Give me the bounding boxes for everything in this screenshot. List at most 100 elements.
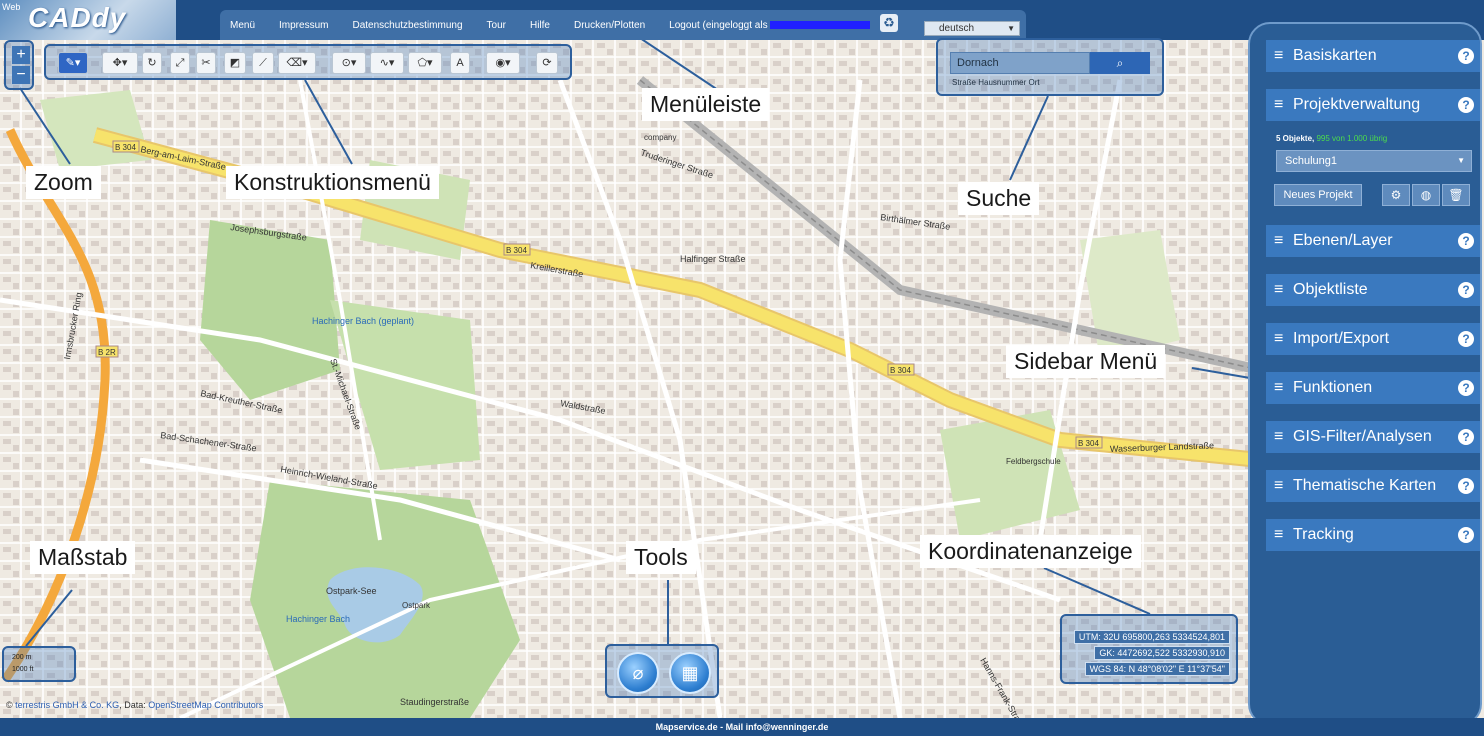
menu-item-logout[interactable]: Logout (eingeloggt als [669,20,870,31]
callout-menubar: Menüleiste [642,88,770,121]
road-badge-b304-3: B 304 [887,363,915,376]
place-label: Feldbergschule [1006,457,1061,466]
recycle-icon[interactable]: ♻ [880,14,898,32]
svg-text:B 2R: B 2R [98,348,116,357]
edit-icon[interactable]: ✎▾ [58,52,88,74]
help-icon[interactable]: ? [1458,478,1474,494]
new-project-button[interactable]: Neues Projekt [1274,184,1362,206]
sidebar-item-objektliste[interactable]: ≡ Objektliste? [1266,274,1480,306]
help-icon[interactable]: ? [1458,331,1474,347]
help-icon[interactable]: ? [1458,527,1474,543]
menu-item-datenschutz[interactable]: Datenschutzbestimmung [352,20,462,31]
language-select[interactable]: deutsch ▼ [924,21,1020,36]
polygon-icon[interactable]: ⬠▾ [408,52,442,74]
project-remaining: 995 von 1.000 übrig [1316,134,1388,143]
scissors-icon[interactable]: ✂ [196,52,216,74]
coord-wgs84: WGS 84: N 48°08'02" E 11°37'54" [1084,662,1230,676]
globe-icon[interactable]: ◍ [1412,184,1440,206]
polyline-icon[interactable]: ∿▾ [370,52,404,74]
gear-icon[interactable]: ⚙ [1382,184,1410,206]
attrib-data: , Data: [119,700,146,710]
logo-text: CADdy [28,2,127,33]
sidebar-item-gis-filter[interactable]: ≡ GIS-Filter/Analysen? [1266,421,1480,453]
map-attribution: © terrestris GmbH & Co. KG, Data: OpenSt… [6,700,263,710]
project-count: 5 Objekte, 995 von 1.000 übrig [1276,134,1387,143]
road-badge-b304-1: B 304 [112,140,140,153]
scale-bar: 200 m 1000 ft [2,646,76,682]
hamburger-icon: ≡ [1274,96,1284,113]
sidebar-item-ebenen[interactable]: ≡ Ebenen/Layer? [1266,225,1480,257]
help-icon[interactable]: ? [1458,380,1474,396]
sidebar-item-import-export[interactable]: ≡ Import/Export? [1266,323,1480,355]
sidebar-item-tracking[interactable]: ≡ Tracking? [1266,519,1480,551]
text-icon[interactable]: A [450,52,470,74]
ruler-tool-icon[interactable]: ▦ [669,652,711,694]
sidebar-item-thematische-karten[interactable]: ≡ Thematische Karten? [1266,470,1480,502]
menu-item-tour[interactable]: Tour [487,20,506,31]
sidebar-item-funktionen[interactable]: ≡ Funktionen? [1266,372,1480,404]
trash-icon[interactable]: 🗑 [1442,184,1470,206]
hamburger-icon: ≡ [1274,330,1284,347]
place-label: Ostpark-See [326,586,377,596]
rotate-icon[interactable]: ↻ [142,52,162,74]
split-square-icon[interactable]: ◩ [224,52,246,74]
attrib-company-link[interactable]: terrestris GmbH & Co. KG [15,700,119,710]
point-icon[interactable]: ⊙▾ [332,52,366,74]
street-label: Halfinger Straße [680,254,746,264]
callout-tools: Tools [626,541,696,574]
construction-toolbar: ✎▾ ✥▾ ↻ ⤢ ✂ ◩ ⟋ ⌫▾ ⊙▾ ∿▾ ⬠▾ A ◉▾ ⟳ [44,44,572,80]
hamburger-icon: ≡ [1274,281,1284,298]
coordinate-display: UTM: 32U 695800,263 5334524,801 GK: 4472… [1060,614,1238,684]
project-selected-value: Schulung1 [1285,155,1337,167]
svg-text:B 304: B 304 [1078,439,1099,448]
coord-utm: UTM: 32U 695800,263 5334524,801 [1073,630,1230,644]
help-icon[interactable]: ? [1458,429,1474,445]
attrib-osm-link[interactable]: OpenStreetMap Contributors [148,700,263,710]
refresh-icon[interactable]: ⟳ [536,52,558,74]
sidebar-item-label: Tracking [1293,526,1354,543]
sidebar-item-basiskarten[interactable]: ≡ Basiskarten? [1266,40,1480,72]
menu-item-impressum[interactable]: Impressum [279,20,328,31]
measure-tool-icon[interactable]: ⌀ [617,652,659,694]
svg-text:B 304: B 304 [115,143,136,152]
svg-text:B 304: B 304 [890,366,911,375]
callout-sidebar: Sidebar Menü [1006,345,1166,378]
move-icon[interactable]: ✥▾ [102,52,138,74]
hamburger-icon: ≡ [1274,232,1284,249]
language-value: deutsch [939,23,975,34]
search-input[interactable]: Dornach [950,52,1090,74]
hamburger-icon: ≡ [1274,526,1284,543]
callout-coords: Koordinatenanzeige [920,535,1141,568]
menu-item-drucken[interactable]: Drucken/Plotten [574,20,645,31]
callout-construction: Konstruktionsmenü [226,166,439,199]
marker-icon[interactable]: ◉▾ [486,52,520,74]
scale-metric: 200 m [12,654,32,661]
eraser-icon[interactable]: ⌫▾ [278,52,316,74]
project-panel: 5 Objekte, 995 von 1.000 übrig Schulung1… [1266,122,1480,222]
menu-item-menue[interactable]: Menü [230,20,255,31]
help-icon[interactable]: ? [1458,48,1474,64]
snap-line-icon[interactable]: ⟋ [252,52,274,74]
project-select[interactable]: Schulung1 ▼ [1276,150,1472,172]
zoom-in-button[interactable]: + [12,46,30,64]
sidebar-item-label: Funktionen [1293,379,1373,396]
sidebar-item-projektverwaltung[interactable]: ≡ Projektverwaltung? [1266,89,1480,121]
zoom-out-button[interactable]: − [12,66,30,84]
sidebar-item-label: Ebenen/Layer [1293,232,1393,249]
search-button[interactable]: ⌕ [1090,52,1150,74]
svg-text:B 304: B 304 [506,246,527,255]
menu-item-hilfe[interactable]: Hilfe [530,20,550,31]
chevron-down-icon: ▼ [1457,156,1465,165]
app-logo[interactable]: Web CADdy [0,0,176,40]
resize-icon[interactable]: ⤢ [170,52,190,74]
sidebar-menu: ≡ Basiskarten? ≡ Projektverwaltung? 5 Obje… [1248,22,1482,726]
search-panel: Dornach ⌕ Straße Hausnummer Ort [936,38,1164,96]
logo-prefix: Web [2,2,21,12]
help-icon[interactable]: ? [1458,282,1474,298]
hamburger-icon: ≡ [1274,428,1284,445]
callout-zoom: Zoom [26,166,101,199]
place-label: Hachinger Bach [286,614,350,624]
help-icon[interactable]: ? [1458,97,1474,113]
project-count-value: 5 Objekte, [1276,134,1315,143]
help-icon[interactable]: ? [1458,233,1474,249]
